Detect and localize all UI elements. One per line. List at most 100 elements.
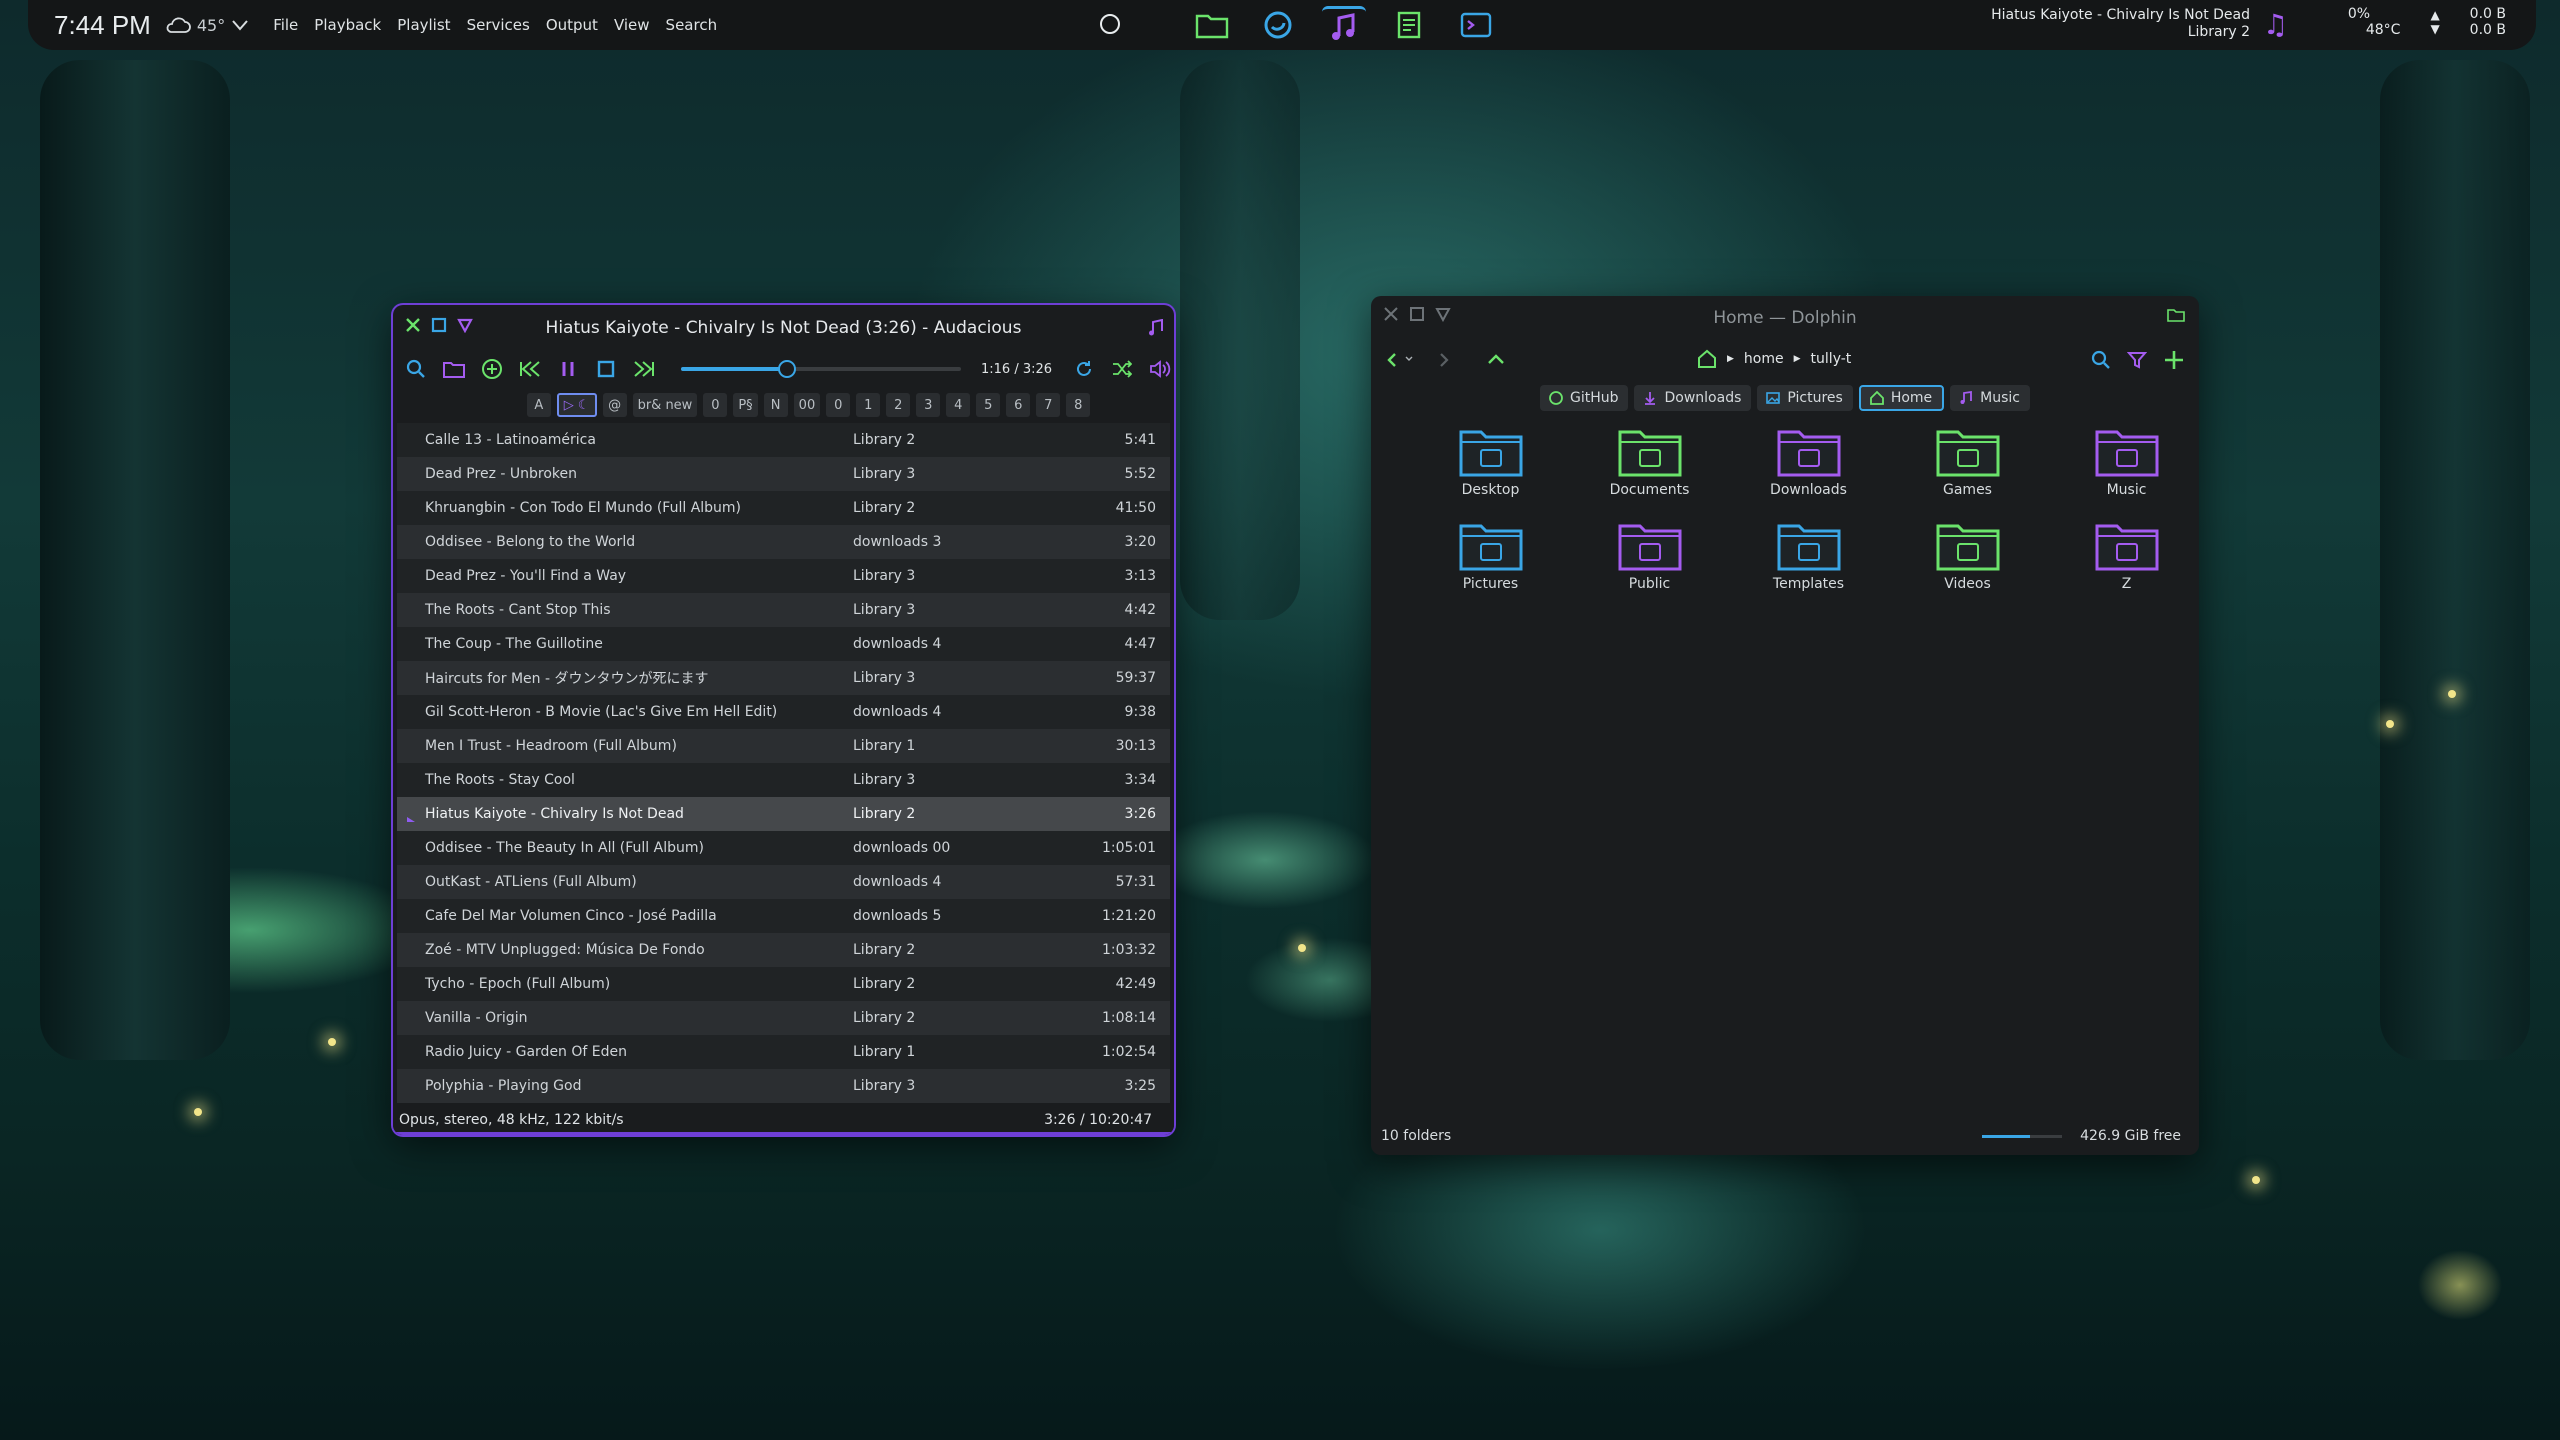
menu-playlist[interactable]: Playlist xyxy=(397,16,450,34)
playlist-tab[interactable]: @ xyxy=(602,393,627,417)
clock[interactable]: 7:44 PM xyxy=(54,10,151,41)
maximize-icon[interactable] xyxy=(1409,306,1425,322)
playlist-row[interactable]: Gil Scott-Heron - B Movie (Lac's Give Em… xyxy=(397,695,1170,729)
playlist-row[interactable]: Radio Juicy - Garden Of Eden Library 1 1:0… xyxy=(397,1035,1170,1069)
folder-templates[interactable]: Templates xyxy=(1729,520,1888,592)
back-icon[interactable] xyxy=(1385,352,1399,368)
playlist-row-playing[interactable]: Hiatus Kaiyote - Chivalry Is Not Dead Lib… xyxy=(397,797,1170,831)
menu-output[interactable]: Output xyxy=(546,16,598,34)
home-icon[interactable] xyxy=(1697,349,1717,369)
menu-services[interactable]: Services xyxy=(467,16,530,34)
playlist-tab[interactable]: 6 xyxy=(1006,393,1031,417)
folder-videos[interactable]: Videos xyxy=(1888,520,2047,592)
menu-view[interactable]: View xyxy=(614,16,650,34)
playlist-row[interactable]: Calle 13 - Latinoamérica Library 2 5:41 xyxy=(397,423,1170,457)
playlist-tab[interactable]: 8 xyxy=(1066,393,1091,417)
chevron-down-icon[interactable] xyxy=(231,19,249,31)
playlist-tab[interactable]: ▷ ☾ xyxy=(556,393,597,417)
menu-file[interactable]: File xyxy=(273,16,298,34)
playlist-tab[interactable]: 3 xyxy=(916,393,941,417)
close-icon[interactable] xyxy=(1383,306,1399,322)
playlist-tab[interactable]: 7 xyxy=(1036,393,1061,417)
add-icon[interactable] xyxy=(2163,349,2185,371)
playlist-tab[interactable]: 4 xyxy=(946,393,971,417)
playlist-row[interactable]: Dead Prez - You'll Find a Way Library 3 3:… xyxy=(397,559,1170,593)
file-manager-launcher[interactable] xyxy=(1190,6,1234,44)
minimize-icon[interactable] xyxy=(457,317,473,333)
breadcrumb-user[interactable]: tully-t xyxy=(1811,351,1852,367)
title-bar[interactable]: Hiatus Kaiyote - Chivalry Is Not Dead (3… xyxy=(393,305,1174,351)
playlist-tab[interactable]: 5 xyxy=(976,393,1001,417)
seek-handle[interactable] xyxy=(777,360,796,378)
folder-z[interactable]: Z xyxy=(2047,520,2199,592)
music-player-launcher[interactable] xyxy=(1322,6,1366,47)
text-editor-launcher[interactable] xyxy=(1388,6,1432,44)
playlist-row[interactable]: Oddisee - The Beauty In All (Full Album)… xyxy=(397,831,1170,865)
filter-icon[interactable] xyxy=(2127,350,2147,370)
title-bar[interactable]: Home — Dolphin xyxy=(1371,296,2199,340)
playlist-row[interactable]: Polyphia - Playing God Library 3 3:25 xyxy=(397,1069,1170,1103)
folder-downloads[interactable]: Downloads xyxy=(1729,426,1888,498)
playlist-row[interactable]: Haircuts for Men - ダウンタウンが死にます Library 3 5… xyxy=(397,661,1170,695)
playlist-row[interactable]: Men I Trust - Headroom (Full Album) Libra… xyxy=(397,729,1170,763)
pause-button[interactable] xyxy=(555,356,581,382)
playlist-row[interactable]: Oddisee - Belong to the World downloads 3… xyxy=(397,525,1170,559)
place-github[interactable]: GitHub xyxy=(1539,385,1629,411)
playlist-tab[interactable]: P§ xyxy=(733,393,758,417)
breadcrumb-home[interactable]: home xyxy=(1744,351,1784,367)
folder-games[interactable]: Games xyxy=(1888,426,2047,498)
playlist-row[interactable]: Dead Prez - Unbroken Library 3 5:52 xyxy=(397,457,1170,491)
stop-button[interactable] xyxy=(593,356,619,382)
network-widget[interactable]: 0.0 B 0.0 B xyxy=(2470,6,2506,38)
playlist-row[interactable]: Tycho - Epoch (Full Album) Library 2 42:49 xyxy=(397,967,1170,1001)
place-downloads[interactable]: Downloads xyxy=(1634,385,1752,411)
forward-icon[interactable] xyxy=(1437,352,1451,368)
folder-documents[interactable]: Documents xyxy=(1570,426,1729,498)
playlist-tab[interactable]: 00 xyxy=(793,393,821,417)
playlist-row[interactable]: The Coup - The Guillotine downloads 4 4:47 xyxy=(397,627,1170,661)
next-button[interactable] xyxy=(631,356,657,382)
playlist-row[interactable]: Khruangbin - Con Todo El Mundo (Full Alb… xyxy=(397,491,1170,525)
up-icon[interactable] xyxy=(1487,352,1505,366)
search-icon[interactable] xyxy=(2091,350,2111,370)
playlist-row[interactable]: Cafe Del Mar Volumen Cinco - José Padill… xyxy=(397,899,1170,933)
previous-button[interactable] xyxy=(517,356,543,382)
place-music[interactable]: Music xyxy=(1950,385,2031,411)
now-playing-widget[interactable]: Hiatus Kaiyote - Chivalry Is Not Dead Li… xyxy=(1991,7,2250,41)
folder-music[interactable]: Music xyxy=(2047,426,2199,498)
playlist-tab[interactable]: 2 xyxy=(886,393,911,417)
seek-slider[interactable] xyxy=(681,360,961,378)
playlist-tab[interactable]: A xyxy=(526,393,551,417)
activity-indicator[interactable] xyxy=(1100,14,1120,34)
place-pictures[interactable]: Pictures xyxy=(1757,385,1853,411)
cpu-temp-widget[interactable]: 0% 48°C xyxy=(2348,6,2401,38)
playlist-tab[interactable]: br& new xyxy=(632,393,698,417)
open-files-button[interactable] xyxy=(441,356,467,382)
playlist-row[interactable]: Zoé - MTV Unplugged: Música De Fondo Libr… xyxy=(397,933,1170,967)
terminal-launcher[interactable] xyxy=(1454,6,1498,44)
browser-launcher[interactable] xyxy=(1256,6,1300,44)
playlist-tab[interactable]: N xyxy=(763,393,788,417)
volume-button[interactable] xyxy=(1147,356,1173,382)
menu-playback[interactable]: Playback xyxy=(314,16,381,34)
minimize-icon[interactable] xyxy=(1435,306,1451,322)
shuffle-button[interactable] xyxy=(1109,356,1135,382)
playlist-row[interactable]: The Roots - Cant Stop This Library 3 4:42 xyxy=(397,593,1170,627)
playlist-row[interactable]: The Roots - Stay Cool Library 3 3:34 xyxy=(397,763,1170,797)
playlist-row[interactable]: OutKast - ATLiens (Full Album) downloads … xyxy=(397,865,1170,899)
maximize-icon[interactable] xyxy=(431,317,447,333)
chevron-down-icon[interactable] xyxy=(1405,356,1413,362)
place-home[interactable]: Home xyxy=(1858,385,1945,411)
playlist-tab[interactable]: 1 xyxy=(856,393,881,417)
repeat-button[interactable] xyxy=(1071,356,1097,382)
playlist-tab[interactable]: 0 xyxy=(826,393,851,417)
menu-search[interactable]: Search xyxy=(666,16,718,34)
playlist-row[interactable]: Vanilla - Origin Library 2 1:08:14 xyxy=(397,1001,1170,1035)
folder-desktop[interactable]: Desktop xyxy=(1411,426,1570,498)
weather-widget[interactable]: 45° xyxy=(165,16,249,35)
folder-public[interactable]: Public xyxy=(1570,520,1729,592)
close-icon[interactable] xyxy=(405,317,421,333)
search-button[interactable] xyxy=(403,356,429,382)
add-files-button[interactable] xyxy=(479,356,505,382)
folder-pictures[interactable]: Pictures xyxy=(1411,520,1570,592)
